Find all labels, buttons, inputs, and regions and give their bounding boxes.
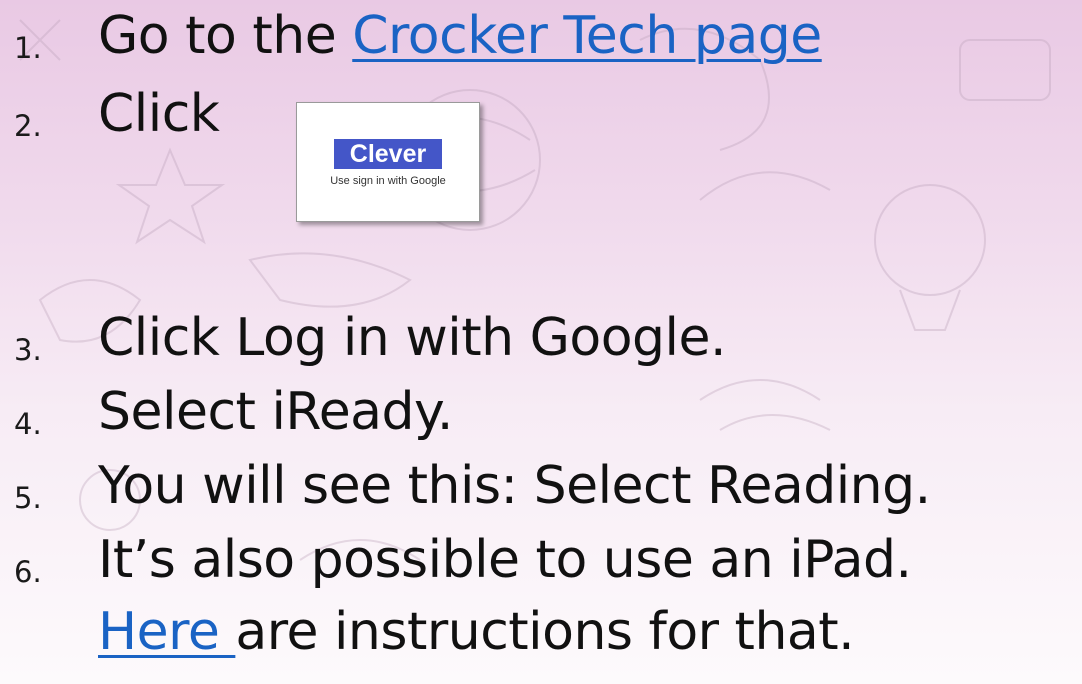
step-1-prefix: Go to the <box>98 6 353 66</box>
step-6-line2: Here are instructions for that. <box>98 602 855 662</box>
step-6-suffix: are instructions for that. <box>235 602 855 662</box>
step-1-text: Go to the Crocker Tech page <box>98 6 822 66</box>
step-3-text: Click Log in with Google. <box>98 308 727 368</box>
step-5-number: 5. <box>14 481 42 515</box>
clever-login-button[interactable]: Clever Use sign in with Google <box>296 102 480 222</box>
step-1-number: 1. <box>14 31 42 65</box>
clever-logo: Clever <box>334 139 442 169</box>
ipad-instructions-link[interactable]: Here <box>98 602 235 662</box>
step-4-text: Select iReady. <box>98 382 453 442</box>
step-5-text: You will see this: Select Reading. <box>98 456 931 516</box>
step-6-text: It’s also possible to use an iPad. <box>98 530 912 590</box>
crocker-tech-page-link[interactable]: Crocker Tech page <box>352 6 822 66</box>
clever-subtitle: Use sign in with Google <box>330 175 446 187</box>
step-2-text: Click <box>98 84 220 144</box>
step-4-number: 4. <box>14 407 42 441</box>
step-2-number: 2. <box>14 109 42 143</box>
step-3-number: 3. <box>14 333 42 367</box>
step-6-number: 6. <box>14 555 42 589</box>
